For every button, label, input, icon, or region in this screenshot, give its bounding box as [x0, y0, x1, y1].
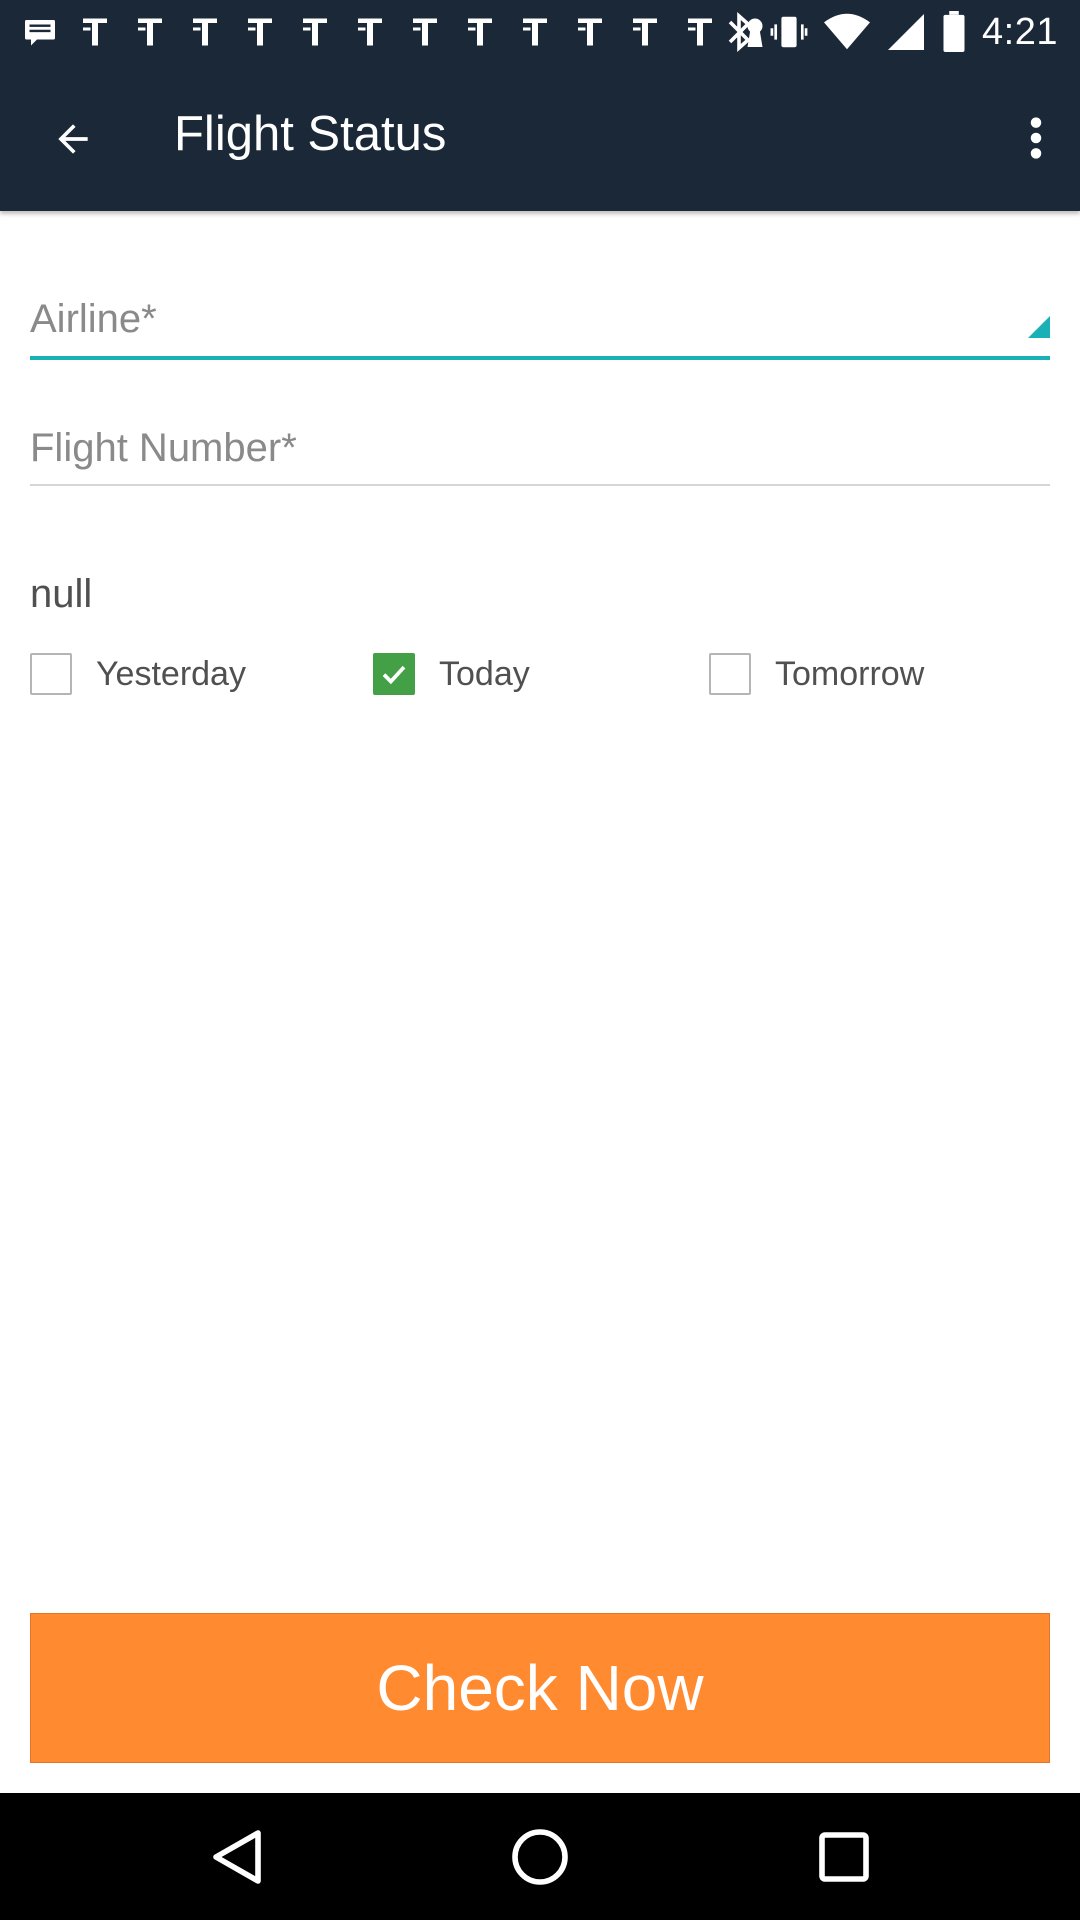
yesterday-checkbox[interactable]: [30, 653, 72, 695]
message-icon: [25, 20, 55, 46]
battery-icon: [943, 11, 965, 53]
page-title: Flight Status: [174, 107, 447, 161]
status-time: 4:21: [982, 10, 1058, 53]
airline-field[interactable]: [30, 290, 1050, 360]
back-button[interactable]: [38, 104, 108, 174]
nav-home-button[interactable]: [502, 1819, 578, 1895]
status-bar: 4:21: [0, 0, 1080, 64]
tomorrow-checkbox[interactable]: [709, 653, 751, 695]
notification-icon: [83, 18, 107, 46]
signal-icon: [888, 14, 925, 50]
flight-number-input[interactable]: [30, 420, 1050, 484]
triangle-back-icon: [213, 1830, 261, 1884]
notification-icon: [523, 18, 547, 46]
notification-icon: [633, 18, 657, 46]
notification-icon: [138, 18, 162, 46]
more-vert-icon: [1030, 117, 1042, 159]
overflow-menu-button[interactable]: [1006, 100, 1066, 176]
date-options: Yesterday Today Tomorrow: [30, 652, 1050, 696]
notification-icon: [413, 18, 437, 46]
square-recents-icon: [819, 1832, 869, 1882]
notification-icon: [303, 18, 327, 46]
dropdown-arrow-icon[interactable]: [1028, 316, 1050, 338]
date-option-yesterday[interactable]: Yesterday: [30, 652, 246, 696]
option-label: Tomorrow: [775, 654, 925, 693]
date-heading: null: [30, 572, 93, 616]
airline-input[interactable]: [30, 290, 1050, 356]
vibrate-icon: [770, 16, 808, 48]
circle-home-icon: [512, 1829, 568, 1885]
flight-number-field[interactable]: [30, 420, 1050, 486]
date-option-tomorrow[interactable]: Tomorrow: [709, 652, 924, 696]
checkmark-icon: [382, 665, 406, 685]
app-bar: Flight Status: [0, 64, 1080, 211]
system-icons: 4:21: [726, 8, 1058, 56]
arrow-back-icon: [58, 124, 88, 154]
check-now-button[interactable]: Check Now: [30, 1613, 1050, 1763]
option-label: Yesterday: [96, 654, 246, 693]
notification-icon: [193, 18, 217, 46]
nav-recents-button[interactable]: [806, 1819, 882, 1895]
navigation-bar: [0, 1793, 1080, 1920]
notification-icon: [468, 18, 492, 46]
notification-icon: [578, 18, 602, 46]
notification-area: [22, 14, 773, 50]
date-option-today[interactable]: Today: [373, 652, 530, 696]
notification-icon: [688, 18, 712, 46]
nav-back-button[interactable]: [198, 1819, 274, 1895]
notification-icon: [358, 18, 382, 46]
today-checkbox[interactable]: [373, 653, 415, 695]
notification-icon: [248, 18, 272, 46]
wifi-icon: [824, 13, 871, 50]
bluetooth-icon: [728, 12, 751, 52]
option-label: Today: [439, 654, 530, 693]
